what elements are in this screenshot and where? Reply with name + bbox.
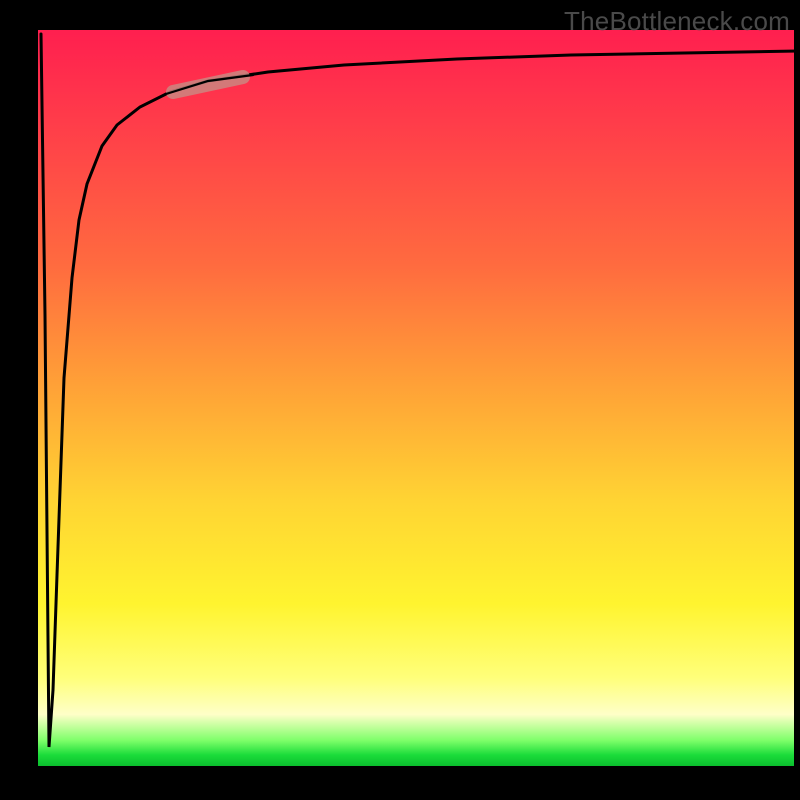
chart-frame: TheBottleneck.com <box>0 0 800 800</box>
plot-gradient-background <box>38 30 794 766</box>
watermark-text: TheBottleneck.com <box>564 6 790 37</box>
